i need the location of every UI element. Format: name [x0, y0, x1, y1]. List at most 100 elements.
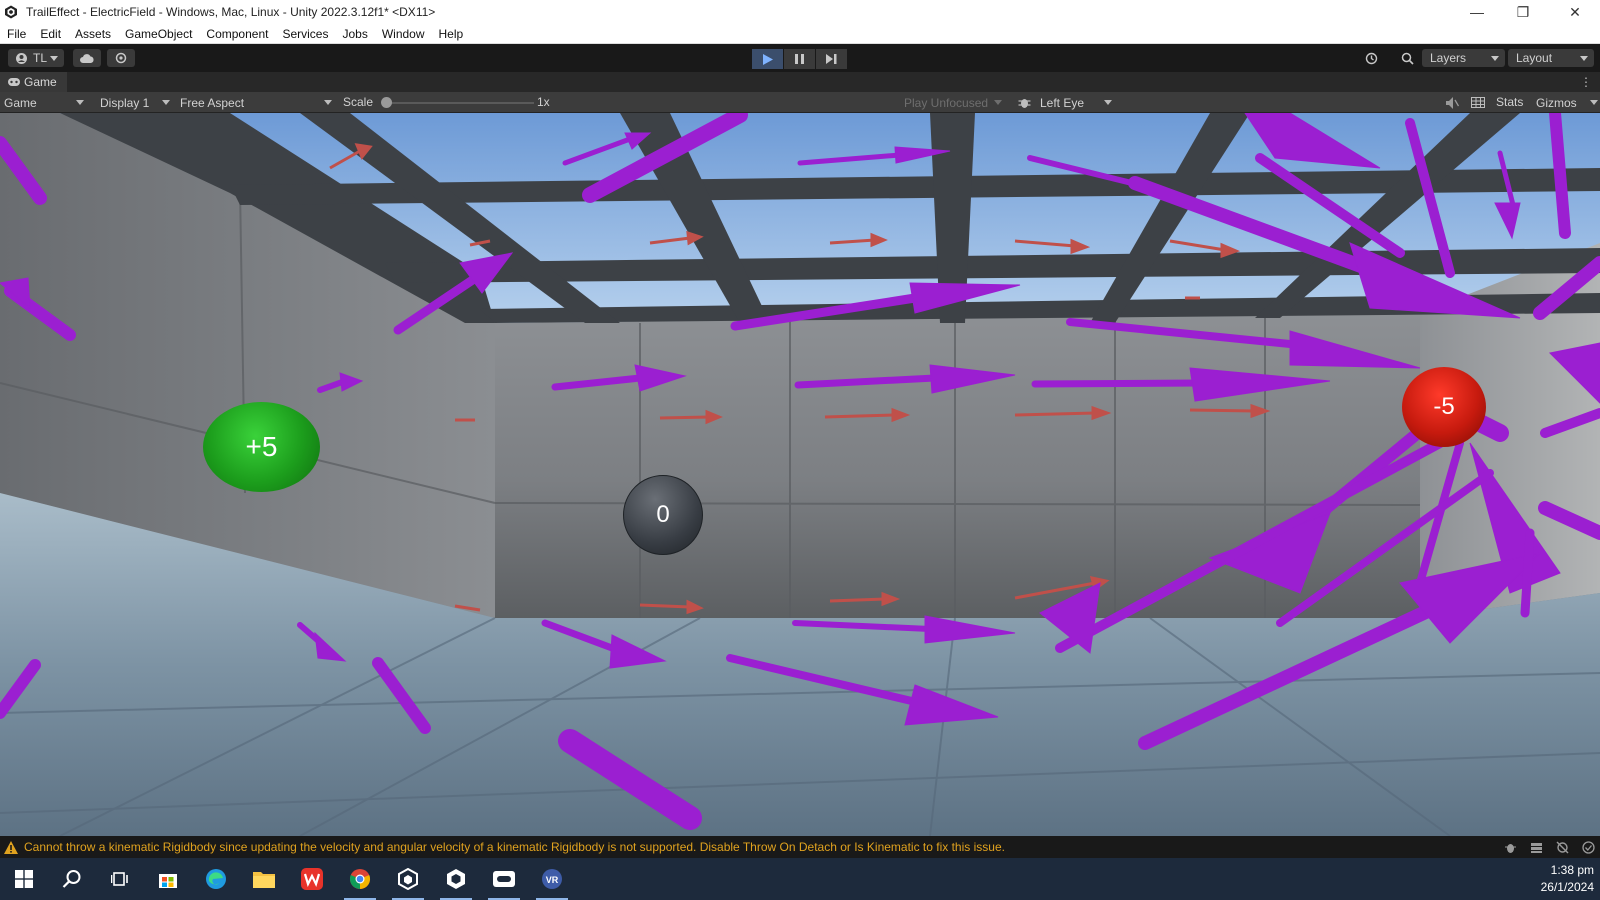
gamepad-icon [8, 78, 20, 86]
windows-taskbar: VR 1:38 pm 26/1/2024 [0, 858, 1600, 900]
progress-button[interactable] [1528, 839, 1544, 855]
account-icon [16, 52, 27, 64]
display-dropdown[interactable]: Display 1 [96, 92, 174, 113]
eye-dropdown[interactable]: Left Eye [1036, 92, 1116, 113]
cache-server-button[interactable] [1580, 839, 1596, 855]
search-button[interactable] [1396, 49, 1418, 67]
step-button[interactable] [816, 49, 847, 69]
store-icon [159, 874, 177, 888]
scale-slider-handle[interactable] [381, 97, 392, 108]
display-label: Display 1 [100, 95, 150, 110]
panel-menu-icon[interactable]: ⋮ [1580, 75, 1592, 89]
taskbar-unity-hub[interactable] [384, 858, 432, 900]
layout-dropdown[interactable]: Layout [1508, 49, 1594, 67]
menu-help[interactable]: Help [432, 24, 471, 44]
task-view-icon [111, 872, 128, 886]
taskbar-store[interactable] [144, 858, 192, 900]
mute-audio-button[interactable] [1444, 95, 1460, 110]
menu-window[interactable]: Window [375, 24, 432, 44]
neutral-charge-label: 0 [656, 501, 670, 528]
collab-button[interactable] [107, 49, 135, 67]
close-window-button[interactable]: ✕ [1552, 0, 1598, 24]
gizmos-label: Gizmos [1536, 95, 1577, 110]
debug-mode-button[interactable] [1502, 839, 1518, 855]
gizmos-dropdown[interactable]: Gizmos [1532, 92, 1600, 113]
chevron-down-icon [324, 100, 332, 105]
layers-dropdown[interactable]: Layers [1422, 49, 1505, 67]
menu-jobs[interactable]: Jobs [335, 24, 374, 44]
file-explorer-icon [253, 872, 275, 888]
aspect-dropdown[interactable]: Free Aspect [176, 92, 336, 113]
stack-icon [1530, 842, 1542, 853]
view-mode-label: Game [4, 95, 37, 110]
auto-generate-lighting-button[interactable] [1554, 839, 1570, 855]
account-label: TL [33, 51, 48, 65]
restore-button[interactable]: ❐ [1500, 0, 1546, 24]
start-button[interactable] [0, 858, 48, 900]
task-view-button[interactable] [96, 858, 144, 900]
grid-icon [1471, 97, 1485, 108]
unity-logo-icon [5, 5, 17, 19]
close-icon: ✕ [1569, 3, 1581, 20]
bug-icon [1018, 99, 1030, 108]
bug-icon [1504, 843, 1516, 853]
scale-slider-track[interactable] [384, 102, 534, 104]
menu-file[interactable]: File [0, 24, 33, 44]
taskbar-unity-editor[interactable] [432, 858, 480, 900]
taskbar-file-explorer[interactable] [240, 858, 288, 900]
taskbar-vr-app[interactable]: VR [528, 858, 576, 900]
menu-component[interactable]: Component [199, 24, 275, 44]
console-status-bar[interactable]: Cannot throw a kinematic Rigidbody since… [0, 836, 1600, 858]
restore-icon: ❐ [1516, 3, 1530, 20]
cloud-button[interactable] [73, 49, 101, 67]
keyboard-shortcuts-button[interactable] [1470, 95, 1486, 110]
positive-charge[interactable]: +5 [203, 402, 320, 492]
vr-app-icon: VR [542, 869, 562, 889]
lighting-icon [1556, 841, 1568, 853]
taskbar-edge[interactable] [192, 858, 240, 900]
view-mode-dropdown[interactable]: Game [0, 92, 88, 113]
unity-hub-icon [398, 868, 418, 890]
tab-game-label: Game [24, 75, 57, 89]
menu-edit[interactable]: Edit [33, 24, 68, 44]
xr-debug-button[interactable] [1016, 95, 1032, 110]
aspect-label: Free Aspect [180, 95, 245, 110]
chevron-down-icon [50, 56, 58, 61]
pause-button[interactable] [784, 49, 815, 69]
title-bar: TrailEffect - ElectricField - Windows, M… [0, 0, 1600, 24]
pause-icon [795, 54, 804, 64]
stats-toggle[interactable]: Stats [1496, 92, 1523, 113]
negative-charge[interactable]: -5 [1402, 367, 1486, 447]
neutral-charge[interactable]: 0 [623, 475, 703, 555]
taskbar-chrome[interactable] [336, 858, 384, 900]
play-focus-dropdown[interactable]: Play Unfocused [900, 92, 1006, 113]
layout-label: Layout [1516, 51, 1553, 65]
chevron-down-icon [1590, 100, 1598, 105]
undo-history-button[interactable] [1360, 49, 1382, 67]
scale-label: Scale [343, 95, 374, 109]
play-icon [762, 53, 773, 65]
minimize-button[interactable]: — [1454, 0, 1500, 24]
menu-services[interactable]: Services [275, 24, 335, 44]
cloud-icon [80, 53, 94, 63]
play-focus-label: Play Unfocused [904, 95, 989, 110]
scale-value: 1x [537, 95, 550, 109]
play-button[interactable] [752, 49, 783, 69]
positive-charge-label: +5 [245, 431, 278, 462]
chevron-down-icon [162, 100, 170, 105]
game-viewport[interactable]: +5 0 -5 [0, 113, 1600, 836]
menu-gameobject[interactable]: GameObject [118, 24, 199, 44]
oculus-icon [493, 871, 515, 887]
account-dropdown[interactable]: TL [8, 49, 64, 67]
taskbar-oculus[interactable] [480, 858, 528, 900]
settings-gear-icon [115, 52, 127, 64]
chevron-down-icon [1580, 56, 1588, 61]
wps-office-icon [301, 868, 323, 890]
speaker-icon [1445, 96, 1459, 109]
system-clock[interactable]: 1:38 pm 26/1/2024 [1541, 862, 1594, 896]
tab-game[interactable]: Game [0, 72, 67, 92]
taskbar-search-button[interactable] [48, 858, 96, 900]
menu-assets[interactable]: Assets [68, 24, 118, 44]
taskbar-wps-office[interactable] [288, 858, 336, 900]
search-icon [62, 870, 81, 888]
